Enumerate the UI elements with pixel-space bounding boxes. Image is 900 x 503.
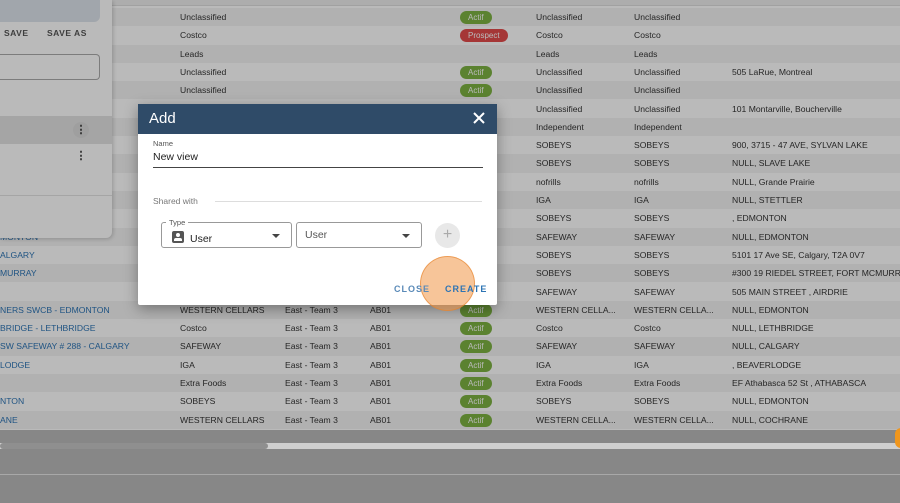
type-label: Type	[166, 218, 189, 227]
name-label: Name	[153, 139, 174, 148]
divider	[0, 474, 900, 475]
help-bubble-icon[interactable]	[895, 428, 900, 448]
close-icon[interactable]	[471, 110, 487, 126]
dropdown-arrow-icon	[402, 234, 410, 238]
create-button[interactable]: CREATE	[445, 284, 487, 294]
add-view-dialog: Add Name New view Shared with User Type …	[138, 104, 497, 311]
add-share-button[interactable]: +	[435, 223, 460, 248]
divider	[215, 201, 482, 202]
type-select-value: User	[190, 233, 213, 245]
name-input[interactable]: New view	[153, 151, 198, 163]
dialog-title: Add	[149, 110, 176, 127]
shared-with-label: Shared with	[153, 196, 198, 206]
user-select[interactable]: User	[296, 222, 422, 248]
close-button[interactable]: CLOSE	[394, 284, 430, 294]
user-select-value: User	[305, 229, 328, 241]
name-underline	[153, 167, 483, 168]
dropdown-arrow-icon	[272, 234, 280, 238]
scrollbar-thumb[interactable]	[0, 443, 268, 449]
dialog-header: Add	[138, 104, 497, 134]
account-box-icon	[172, 231, 184, 243]
